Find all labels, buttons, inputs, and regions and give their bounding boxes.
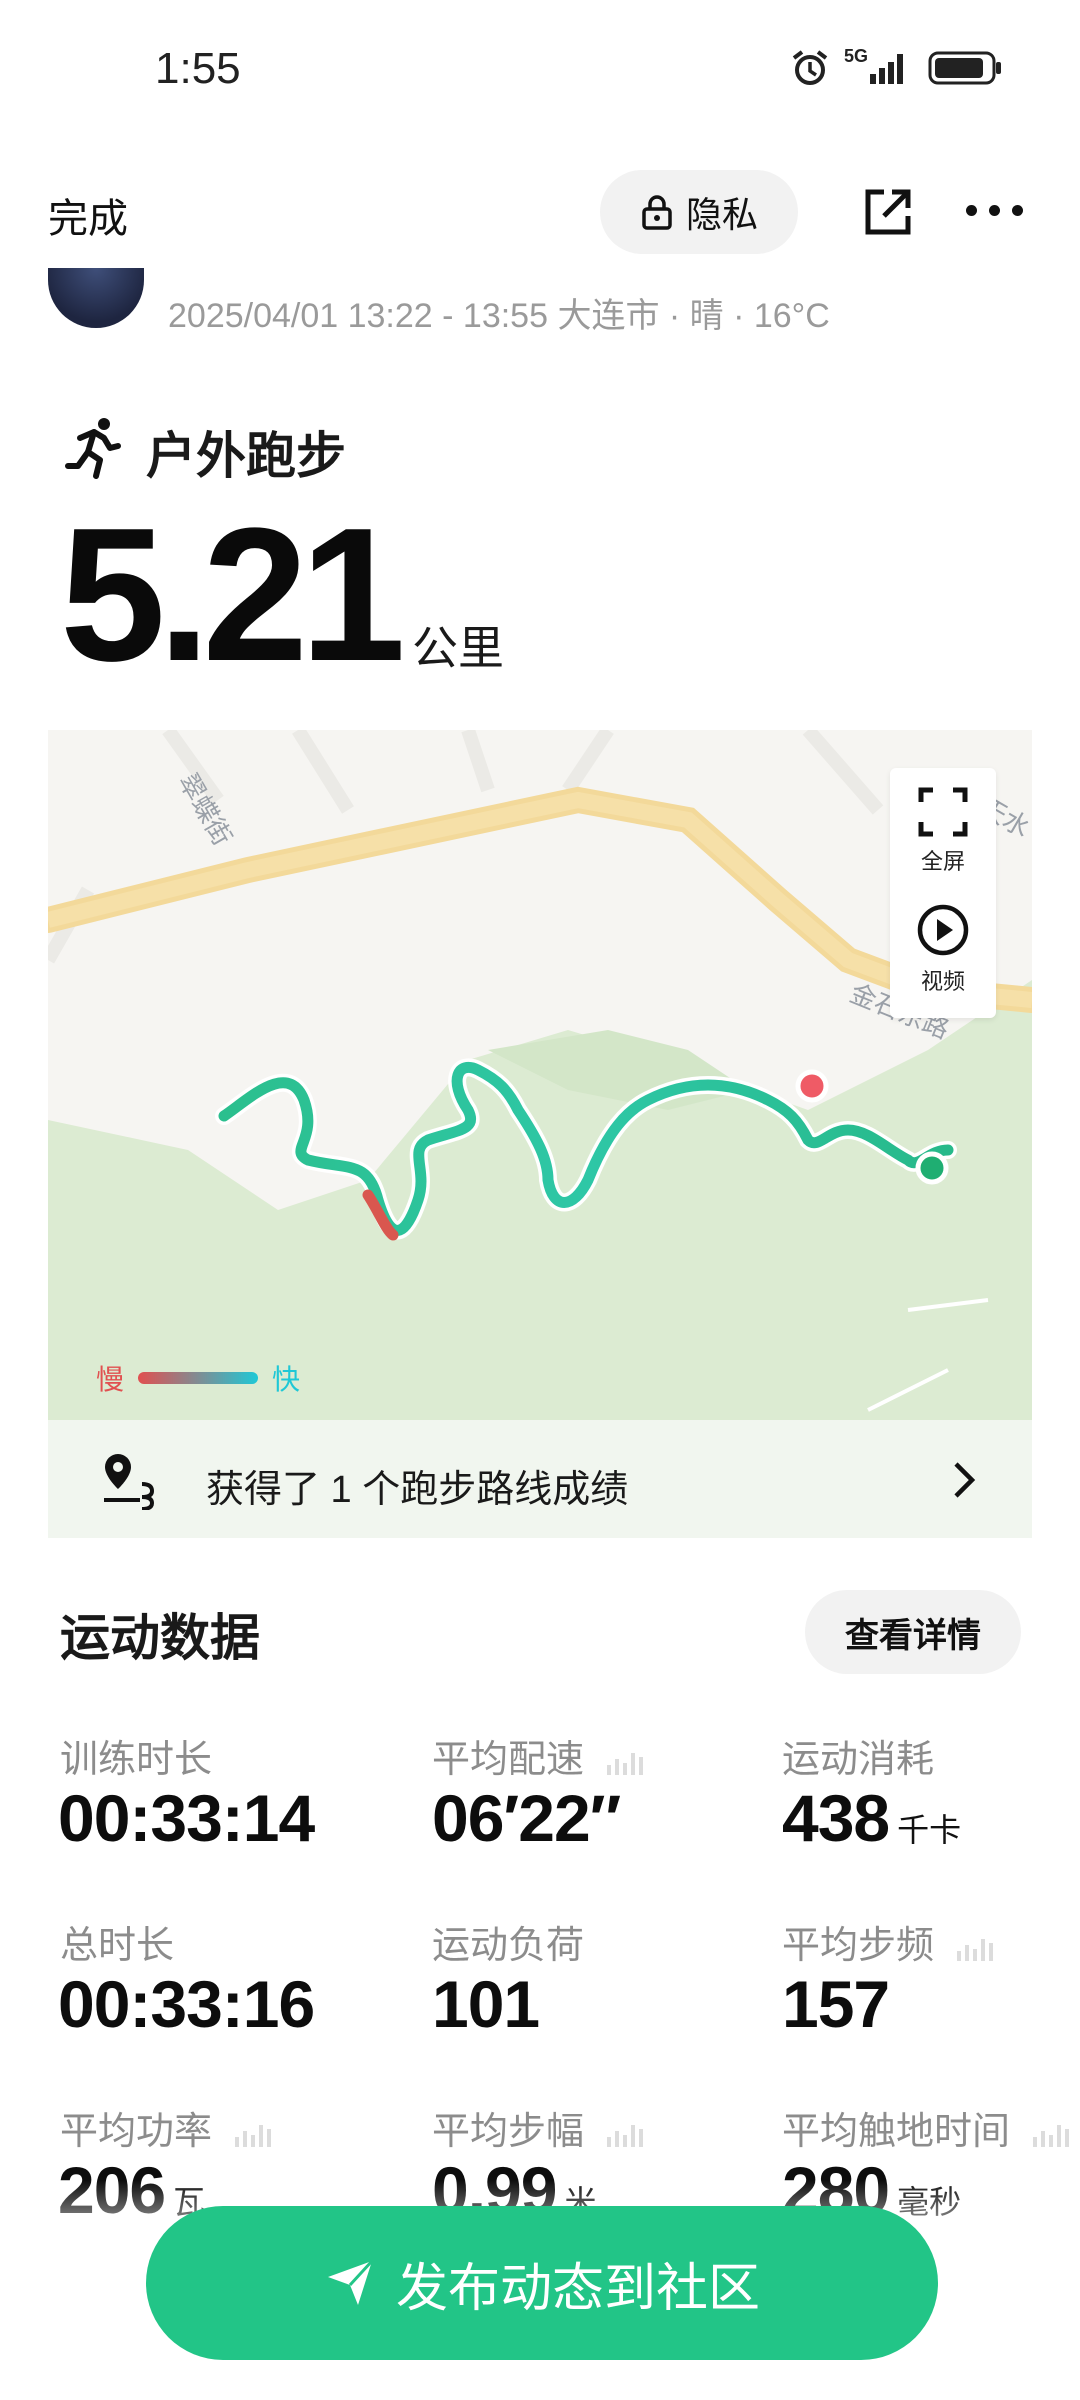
activity-type: 户外跑步: [146, 428, 346, 484]
status-time: 1:55: [155, 44, 241, 93]
stat-label-training-duration: 训练时长: [60, 1739, 213, 1781]
trend-chart-icon[interactable]: [605, 1745, 645, 1779]
lock-icon: [642, 195, 672, 230]
stat-value-training-load: 101: [432, 1967, 540, 2041]
avg-stride-label: 平均步幅: [432, 2111, 585, 2153]
avg-cadence-label: 平均步频: [782, 1925, 935, 1967]
stat-value-calories: 438 千卡: [782, 1780, 961, 1856]
sports-data-title: 运动数据: [60, 1610, 260, 1666]
avg-power-label: 平均功率: [60, 2111, 213, 2153]
running-icon: [65, 418, 121, 479]
trend-chart-icon[interactable]: [233, 2117, 273, 2151]
stat-value-avg-pace: 06′22″: [432, 1781, 621, 1855]
chevron-right-icon: [954, 1462, 976, 1498]
activity-meta: 2025/04/01 13:22 - 13:55 大连市 · 晴 · 16°C: [168, 297, 830, 335]
stat-label-total-duration: 总时长: [60, 1925, 175, 1967]
share-icon[interactable]: [862, 186, 914, 238]
status-icons: 5G: [790, 46, 1004, 88]
play-icon: [917, 904, 969, 956]
stat-label-ground-contact: 平均触地时间: [782, 2100, 1071, 2155]
fullscreen-label: 全屏: [920, 849, 965, 874]
publish-label: 发布动态到社区: [395, 2259, 760, 2318]
stat-label-calories: 运动消耗: [782, 1739, 935, 1781]
stat-label-avg-stride: 平均步幅: [432, 2100, 645, 2155]
view-details-button[interactable]: 查看详情: [805, 1590, 1021, 1674]
achievement-text: 获得了 1 个跑步路线成绩: [206, 1469, 629, 1511]
legend-fast: 快: [272, 1364, 301, 1395]
stat-value-training-duration: 00:33:14: [58, 1781, 315, 1855]
trend-chart-icon[interactable]: [955, 1931, 995, 1965]
distance-value: 5.21: [60, 489, 406, 701]
stat-value-total-duration: 00:33:16: [58, 1967, 315, 2041]
stat-label-avg-pace: 平均配速: [432, 1728, 645, 1783]
end-marker: [915, 1151, 949, 1185]
trend-chart-icon[interactable]: [1031, 2117, 1071, 2151]
alarm-icon: [792, 50, 828, 85]
privacy-button[interactable]: 隐私: [600, 170, 798, 254]
map-canvas: 翠蝶街 金石东路 天水: [48, 730, 1032, 1420]
ground-contact-label: 平均触地时间: [782, 2111, 1011, 2153]
publish-to-community-button[interactable]: 发布动态到社区: [146, 2206, 938, 2360]
distance-unit: 公里: [412, 622, 504, 674]
done-button[interactable]: 完成: [48, 186, 128, 244]
battery-icon: [928, 51, 1001, 85]
video-button[interactable]: 视频: [890, 902, 996, 996]
route-pin-icon: [104, 1454, 155, 1510]
avatar[interactable]: [48, 268, 144, 328]
stat-value-avg-cadence: 157: [782, 1967, 890, 2041]
stat-label-avg-power: 平均功率: [60, 2100, 273, 2155]
speed-gradient-bar: [138, 1372, 259, 1384]
calories-unit: 千卡: [897, 1812, 962, 1848]
speed-legend: 慢 快: [96, 1358, 300, 1398]
calories-value: 438: [782, 1781, 890, 1855]
trend-chart-icon[interactable]: [605, 2117, 645, 2151]
stat-label-avg-cadence: 平均步频: [782, 1914, 995, 1969]
privacy-label: 隐私: [685, 194, 758, 235]
more-options-icon[interactable]: [966, 205, 1023, 216]
fullscreen-icon: [918, 787, 968, 837]
route-map[interactable]: 翠蝶街 金石东路 天水: [48, 730, 1032, 1420]
legend-slow: 慢: [96, 1364, 125, 1395]
signal-icon: 5G: [844, 46, 914, 86]
fullscreen-button[interactable]: 全屏: [890, 786, 996, 876]
start-marker: [795, 1069, 829, 1103]
street-label-1: 翠蝶街: [173, 768, 238, 851]
route-achievement-row[interactable]: 获得了 1 个跑步路线成绩: [48, 1420, 1032, 1538]
video-label: 视频: [920, 969, 965, 994]
map-controls: 全屏 视频: [890, 768, 996, 1018]
send-icon: [327, 2259, 374, 2305]
stat-label-training-load: 运动负荷: [432, 1925, 585, 1967]
avg-pace-label: 平均配速: [432, 1739, 585, 1781]
